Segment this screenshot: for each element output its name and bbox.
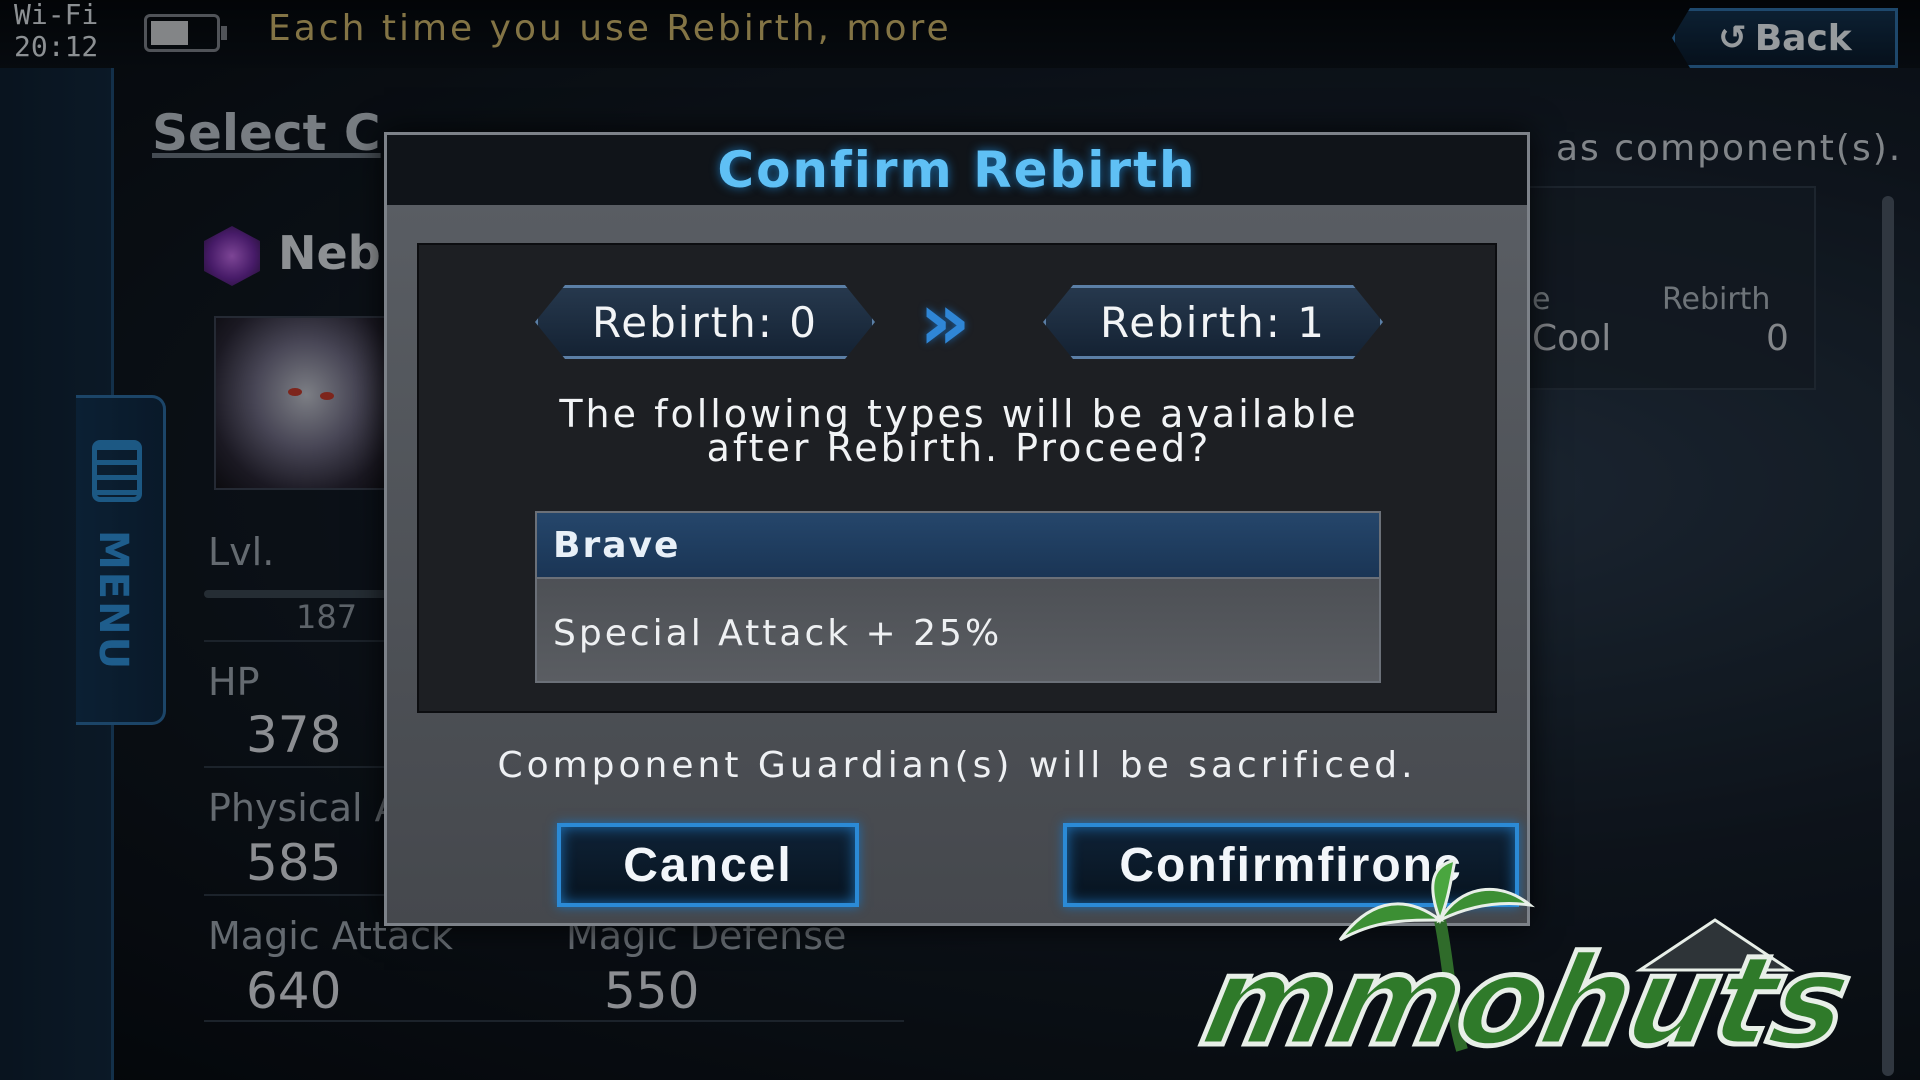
dialog-content: Rebirth: 0 » Rebirth: 1 The following ty… (417, 243, 1497, 713)
double-chevron-right-icon: » (919, 275, 971, 368)
type-name: Brave (537, 513, 1379, 579)
dialog-header: Confirm Rebirth (387, 135, 1527, 205)
cancel-button[interactable]: Cancel (557, 823, 859, 907)
dialog-title: Confirm Rebirth (717, 141, 1197, 199)
type-effect: Special Attack + 25% (553, 613, 1003, 654)
sacrifice-notice: Component Guardian(s) will be sacrificed… (497, 745, 1417, 786)
dialog-message: The following types will be available af… (459, 395, 1459, 470)
rebirth-to-badge: Rebirth: 1 (1043, 285, 1383, 359)
type-list: Brave Special Attack + 25% (535, 511, 1381, 683)
message-line: after Rebirth. Proceed? (706, 426, 1212, 470)
watermark-logo-text: mmohuts (1188, 928, 1863, 1077)
rebirth-from-badge: Rebirth: 0 (535, 285, 875, 359)
confirm-rebirth-dialog: Confirm Rebirth Rebirth: 0 » Rebirth: 1 … (384, 132, 1530, 926)
